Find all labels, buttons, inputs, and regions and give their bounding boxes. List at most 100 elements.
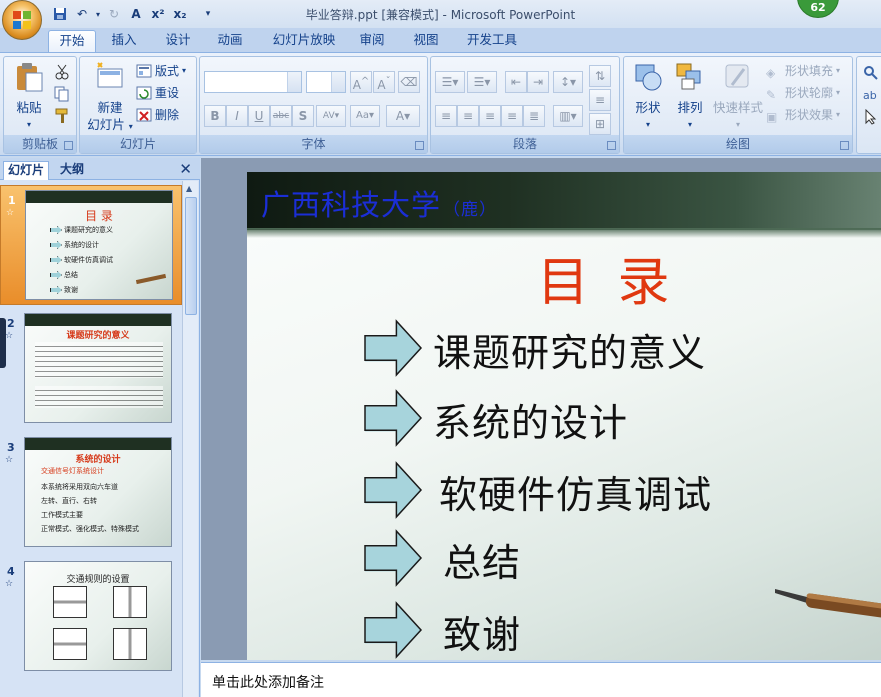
align-left-icon[interactable]: ≡: [435, 105, 457, 127]
tab-outline[interactable]: 大纲: [56, 161, 88, 180]
character-spacing-icon[interactable]: AV▾: [316, 105, 346, 127]
grow-font-icon[interactable]: A^: [350, 71, 372, 93]
slide-thumbnail[interactable]: 2 ☆ 课题研究的意义: [0, 309, 182, 429]
smartart-icon[interactable]: ⊞: [589, 113, 611, 135]
close-icon[interactable]: ✕: [179, 160, 192, 178]
slide-thumbnail[interactable]: 3 ☆ 系统的设计 交通信号灯系统设计 本系统将采用双向六车道 左转、直行、右转…: [0, 433, 182, 553]
shrink-font-icon[interactable]: Aˇ: [373, 71, 395, 93]
slide-thumbnail[interactable]: 4 ☆ 交通规则的设置: [0, 557, 182, 677]
toc-item[interactable]: 总结: [365, 530, 521, 588]
tab-insert[interactable]: 插入: [104, 30, 144, 52]
animation-icon: ☆: [5, 331, 14, 341]
pane-handle[interactable]: [0, 318, 6, 368]
strikethrough-icon[interactable]: abc: [270, 105, 292, 127]
align-text-icon[interactable]: ≡: [589, 89, 611, 111]
reset-button[interactable]: 重设: [136, 83, 179, 103]
underline-icon[interactable]: U: [248, 105, 270, 127]
scroll-up-icon[interactable]: ▲: [186, 184, 192, 193]
tab-slides[interactable]: 幻灯片: [3, 161, 50, 180]
italic-icon[interactable]: I: [226, 105, 248, 127]
decrease-indent-icon[interactable]: ⇤: [505, 71, 527, 93]
thumbnail-preview: 系统的设计 交通信号灯系统设计 本系统将采用双向六车道 左转、直行、右转 工作模…: [24, 437, 172, 547]
animation-icon: ☆: [5, 455, 14, 465]
arrow-icon: [365, 322, 421, 376]
shapes-button[interactable]: 形状 ▾: [628, 61, 668, 133]
bold-icon[interactable]: B: [204, 105, 226, 127]
copy-icon[interactable]: [54, 86, 70, 102]
shape-outline-button[interactable]: ✎ 形状轮廓 ▾: [766, 83, 840, 103]
align-center-icon[interactable]: ≡: [457, 105, 479, 127]
thumbnail-preview: 目 录 课题研究的意义 系统的设计 软硬件仿真调试 总结 致谢: [25, 190, 173, 300]
increase-indent-icon[interactable]: ⇥: [527, 71, 549, 93]
distributed-icon[interactable]: ≣: [523, 105, 545, 127]
university-name: 广西科技大学 （鹿）: [261, 188, 498, 222]
shape-effects-button[interactable]: ▣ 形状效果 ▾: [766, 105, 840, 125]
numbering-icon[interactable]: ☰▾: [467, 71, 497, 93]
ribbon-tabs: 开始 插入 设计 动画 幻灯片放映 审阅 视图 开发工具: [0, 28, 881, 52]
delete-slide-button[interactable]: 删除: [136, 105, 179, 125]
office-button[interactable]: [2, 0, 42, 40]
slide-title[interactable]: 目 录: [537, 240, 676, 315]
columns-icon[interactable]: ▥▾: [553, 105, 583, 127]
quick-styles-button[interactable]: 快速样式 ▾: [712, 61, 764, 133]
font-color-icon[interactable]: A▾: [386, 105, 420, 127]
window-title: 毕业答辩.ppt [兼容模式] - Microsoft PowerPoint: [305, 8, 576, 22]
align-right-icon[interactable]: ≡: [479, 105, 501, 127]
thumbnail-scrollbar[interactable]: ▲: [182, 181, 198, 697]
group-label-drawing: 绘图: [624, 135, 852, 153]
animation-icon: ☆: [6, 208, 15, 218]
slides-pane: 幻灯片 大纲 ✕ 1 ☆ 目 录 课题研究的意义 系统的设计 软硬件仿真调试 总…: [0, 158, 200, 697]
pen-outline-icon: ✎: [766, 88, 777, 102]
justify-icon[interactable]: ≡: [501, 105, 523, 127]
new-slide-button[interactable]: 新建 幻灯片 ▾: [84, 61, 136, 135]
layout-icon: [136, 63, 152, 79]
slide-thumbnail[interactable]: 1 ☆ 目 录 课题研究的意义 系统的设计 软硬件仿真调试 总结 致谢: [0, 185, 182, 305]
bullets-icon[interactable]: ☰▾: [435, 71, 465, 93]
shape-fill-button[interactable]: ◈ 形状填充 ▾: [766, 61, 840, 81]
paste-icon: [17, 63, 43, 92]
drawing-launcher[interactable]: [840, 141, 849, 150]
paste-button[interactable]: 粘贴 ▾: [12, 61, 46, 133]
paragraph-launcher[interactable]: [607, 141, 616, 150]
toc-item[interactable]: 软硬件仿真调试: [365, 462, 712, 520]
shadow-icon[interactable]: S: [292, 105, 314, 127]
toc-item[interactable]: 系统的设计: [365, 390, 628, 448]
clear-formatting-icon[interactable]: ⌫: [398, 71, 420, 93]
reset-icon: [136, 85, 152, 101]
font-name-combo[interactable]: [204, 71, 302, 93]
tab-slideshow[interactable]: 幻灯片放映: [266, 30, 342, 52]
ribbon: 粘贴 ▾ 剪贴板 新建 幻灯片 ▾ 版式 ▾ 重设 删除 幻灯片 A^ Aˇ ⌫…: [0, 52, 881, 156]
slide-canvas[interactable]: 广西科技大学 （鹿） 目 录 课题研究的意义 系统的设计 软硬件仿真调试 总结 致…: [247, 172, 881, 660]
clipboard-launcher[interactable]: [64, 141, 73, 150]
office-logo-icon: [13, 11, 31, 29]
group-clipboard: 粘贴 ▾ 剪贴板: [3, 56, 77, 154]
arrange-icon: [676, 63, 701, 90]
find-icon[interactable]: [863, 65, 879, 81]
replace-icon[interactable]: ab: [863, 87, 879, 103]
tab-view[interactable]: 视图: [406, 30, 446, 52]
thumbnail-list: 1 ☆ 目 录 课题研究的意义 系统的设计 软硬件仿真调试 总结 致谢 2 ☆ …: [0, 181, 182, 697]
toc-item[interactable]: 课题研究的意义: [365, 320, 706, 378]
layout-button[interactable]: 版式 ▾: [136, 61, 186, 81]
change-case-icon[interactable]: Aa▾: [350, 105, 380, 127]
notes-pane[interactable]: 单击此处添加备注: [201, 662, 881, 697]
cut-icon[interactable]: [54, 64, 70, 80]
font-size-combo[interactable]: [306, 71, 346, 93]
arrange-button[interactable]: 排列 ▾: [670, 61, 710, 133]
tab-animation[interactable]: 动画: [210, 30, 250, 52]
tab-design[interactable]: 设计: [158, 30, 198, 52]
font-launcher[interactable]: [415, 141, 424, 150]
effects-icon: ▣: [766, 110, 778, 124]
tab-review[interactable]: 审阅: [352, 30, 392, 52]
select-icon[interactable]: [863, 108, 879, 125]
group-editing: ab: [856, 56, 881, 154]
line-spacing-icon[interactable]: ↕▾: [553, 71, 583, 93]
delete-icon: [136, 107, 152, 123]
tab-home[interactable]: 开始: [48, 30, 96, 52]
format-painter-icon[interactable]: [54, 108, 70, 124]
text-direction-icon[interactable]: ⇅: [589, 65, 611, 87]
tab-developer[interactable]: 开发工具: [460, 30, 524, 52]
toc-item[interactable]: 致谢: [365, 602, 521, 660]
scrollbar-thumb[interactable]: [185, 197, 197, 315]
group-label-font: 字体: [200, 135, 427, 153]
